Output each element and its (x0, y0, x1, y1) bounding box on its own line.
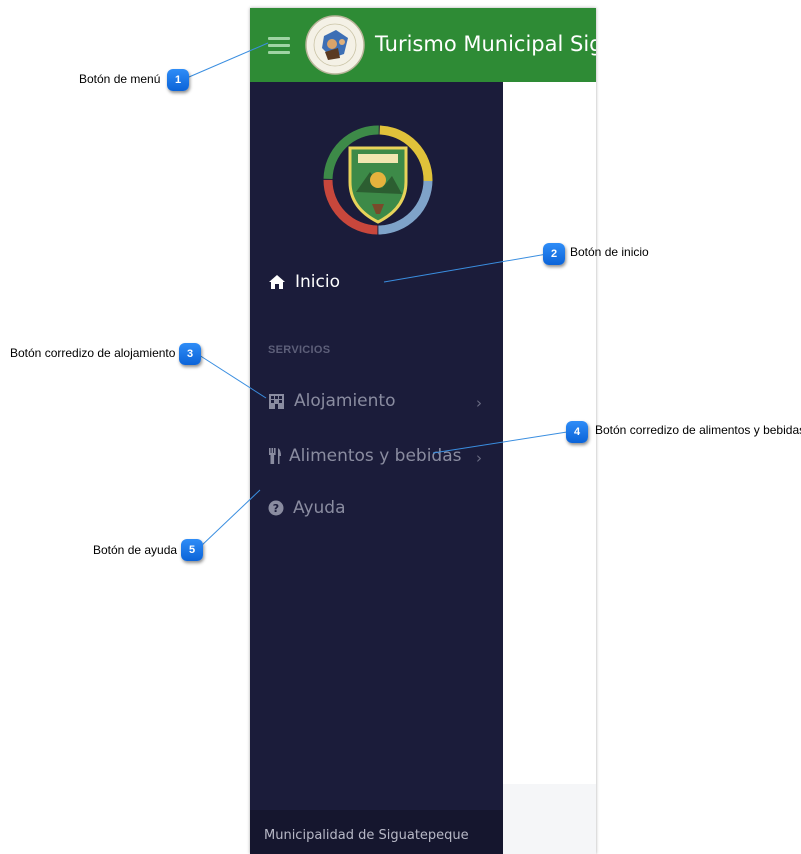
callout-badge-3: 3 (179, 343, 201, 365)
callout-label-accommodation: Botón corredizo de alojamiento (10, 346, 176, 360)
callout-badge-2: 2 (543, 243, 565, 265)
callout-label-home: Botón de inicio (570, 245, 649, 259)
callout-line-3 (198, 354, 267, 399)
callout-line-5 (199, 489, 261, 548)
callout-line-4 (432, 431, 568, 454)
callout-label-menu: Botón de menú (79, 72, 161, 86)
callout-line-1 (188, 42, 269, 78)
callout-badge-1: 1 (167, 69, 189, 91)
callout-line-2 (383, 253, 548, 283)
callout-label-food-drinks: Botón corredizo de alimentos y bebidas (595, 423, 801, 437)
callout-label-help: Botón de ayuda (93, 543, 178, 557)
callout-badge-5: 5 (181, 539, 203, 561)
callout-badge-4: 4 (566, 421, 588, 443)
